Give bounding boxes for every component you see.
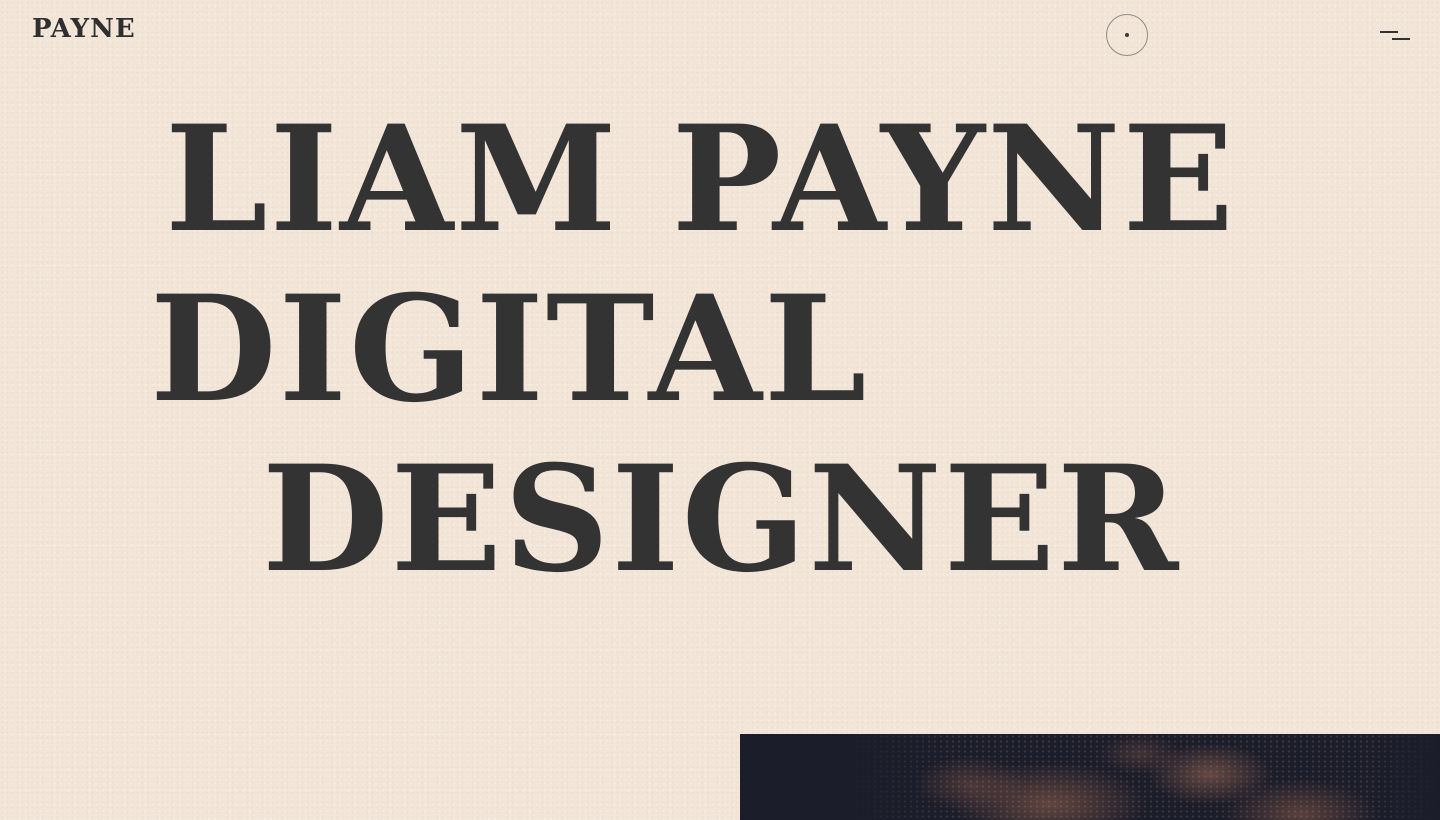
menu-icon-bar-top bbox=[1380, 31, 1398, 33]
hero-line-role-1: DIGITAL bbox=[150, 264, 869, 435]
cursor-dot-icon bbox=[1125, 33, 1129, 37]
hero-line-name: LIAM PAYNE bbox=[165, 94, 1236, 265]
cursor-circle-icon bbox=[1106, 14, 1148, 56]
hero-photo bbox=[740, 734, 1440, 820]
menu-icon-bar-bottom bbox=[1392, 38, 1410, 40]
site-logo[interactable]: PAYNE bbox=[32, 14, 136, 44]
hero-line-role-2: DESIGNER bbox=[262, 434, 1181, 605]
photo-texture bbox=[740, 734, 1440, 820]
menu-button[interactable] bbox=[1378, 28, 1412, 46]
